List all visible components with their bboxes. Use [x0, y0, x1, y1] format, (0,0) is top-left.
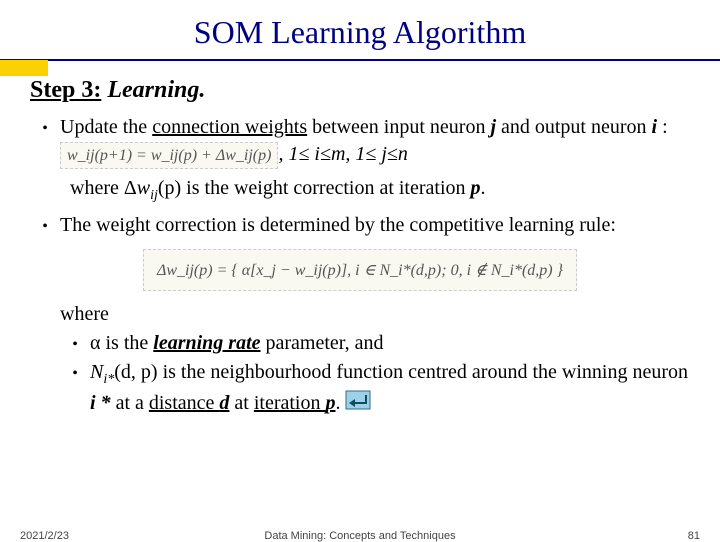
- s2-istar: i *: [90, 392, 111, 414]
- equation-inline: w_ij(p+1) = w_ij(p) + Δw_ij(p): [60, 142, 278, 170]
- bullet-1-body: Update the connection weights between in…: [60, 114, 690, 169]
- s2-p: p: [325, 392, 335, 414]
- footer-page: 81: [688, 530, 700, 542]
- s2-d: d: [219, 392, 229, 414]
- sub2-body: Ni*(d, p) is the neighbourhood function …: [90, 359, 690, 418]
- s2-N: N: [90, 361, 103, 383]
- w1-p: (p): [158, 177, 181, 199]
- s2-r1: is the neighbourhood function centred ar…: [158, 361, 688, 383]
- w1-w: w: [137, 177, 150, 199]
- s2-at2: at: [229, 392, 253, 414]
- where-1: where Δwij(p) is the weight correction a…: [70, 175, 690, 206]
- step-header: Step 3: Learning.: [30, 77, 690, 104]
- bullet-1: • Update the connection weights between …: [30, 114, 690, 169]
- step-label: Step 3:: [30, 77, 101, 103]
- where-2: where: [60, 301, 690, 328]
- s2-sub: i*: [103, 372, 114, 387]
- s2-dist: distance: [149, 392, 220, 414]
- s2-at1: at a: [111, 392, 149, 414]
- b1-link: connection weights: [152, 116, 307, 138]
- w1-dot: .: [481, 177, 486, 199]
- s1-alpha: α: [90, 332, 100, 354]
- title-rule: [0, 59, 720, 61]
- sub-bullet-1: • α is the learning rate parameter, and: [60, 330, 690, 357]
- footer-center: Data Mining: Concepts and Techniques: [0, 530, 720, 542]
- content-area: Step 3: Learning. • Update the connectio…: [0, 77, 720, 418]
- s2-iter: iteration: [254, 392, 326, 414]
- w1-pvar: p: [471, 177, 481, 199]
- bullet-2: • The weight correction is determined by…: [30, 212, 690, 239]
- sub-bullet-2: • Ni*(d, p) is the neighbourhood functio…: [60, 359, 690, 418]
- w1-sub: ij: [150, 188, 158, 203]
- page-title: SOM Learning Algorithm: [0, 0, 720, 59]
- b1-pre: Update the: [60, 116, 152, 138]
- b1-range: , 1≤ i≤m, 1≤ j≤n: [278, 143, 407, 165]
- accent-bar: [0, 60, 48, 76]
- bullet-dot: •: [60, 359, 90, 385]
- s1-r1: is the: [100, 332, 153, 354]
- s1-lr: learning rate: [153, 332, 260, 354]
- bullet-dot: •: [30, 212, 60, 238]
- equation-block: Δw_ij(p) = { α[x_j − w_ij(p)], i ∈ N_i*(…: [143, 249, 577, 291]
- step-name: Learning.: [107, 77, 205, 103]
- bullet-2-body: The weight correction is determined by t…: [60, 212, 690, 239]
- w1-post: is the weight correction at iteration: [181, 177, 470, 199]
- bullet-dot: •: [30, 114, 60, 140]
- s2-dot: .: [335, 392, 340, 414]
- s2-args: (d, p): [114, 361, 157, 383]
- s1-r2: parameter, and: [261, 332, 384, 354]
- b1-and: and output neuron: [496, 116, 652, 138]
- b1-colon: :: [657, 116, 668, 138]
- return-icon[interactable]: [345, 390, 371, 418]
- b1-mid: between input neuron: [307, 116, 490, 138]
- sub1-body: α is the learning rate parameter, and: [90, 330, 690, 357]
- bullet-dot: •: [60, 330, 90, 356]
- w1-pre: where Δ: [70, 177, 137, 199]
